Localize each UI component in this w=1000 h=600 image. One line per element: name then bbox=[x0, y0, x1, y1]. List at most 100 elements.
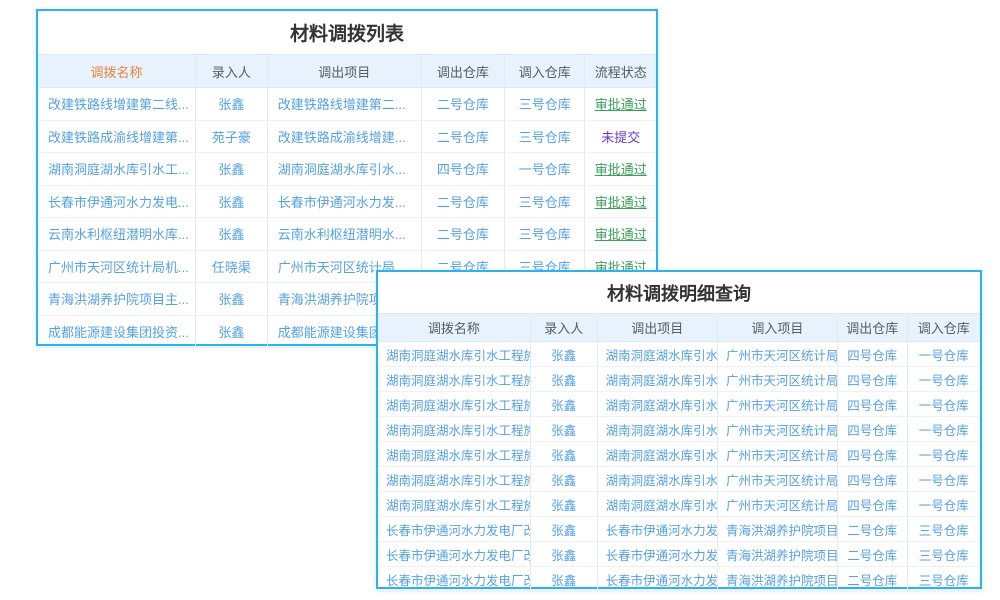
page-title: 材料调拨列表 bbox=[38, 11, 656, 54]
cell-entered-by: 张鑫 bbox=[530, 567, 597, 592]
table-row[interactable]: 长春市伊通河水力发电厂改建工 张鑫 长春市伊通河水力发电厂 青海洪湖养护院项目 … bbox=[378, 542, 980, 567]
cell-out-project: 湖南洞庭湖水库引水工程施 bbox=[597, 492, 717, 517]
cell-in-project: 广州市天河区统计局机房 bbox=[718, 492, 838, 517]
cell-out-warehouse: 四号仓库 bbox=[837, 467, 907, 492]
table-row[interactable]: 改建铁路线增建第二线... 张鑫 改建铁路线增建第二... 二号仓库 三号仓库 … bbox=[38, 88, 656, 121]
cell-out-project: 湖南洞庭湖水库引水工程施 bbox=[597, 392, 717, 417]
cell-out-warehouse: 二号仓库 bbox=[837, 517, 907, 542]
cell-transfer-name[interactable]: 云南水利枢纽潜明水库... bbox=[38, 218, 196, 251]
table-row[interactable]: 长春市伊通河水力发电厂改建工 张鑫 长春市伊通河水力发电厂 青海洪湖养护院项目 … bbox=[378, 567, 980, 592]
cell-transfer-name[interactable]: 青海洪湖养护院项目主... bbox=[38, 283, 196, 316]
cell-in-warehouse: 一号仓库 bbox=[907, 392, 980, 417]
table-header: 调拨名称 录入人 调出项目 调出仓库 调入仓库 流程状态 bbox=[38, 55, 656, 88]
cell-out-warehouse: 四号仓库 bbox=[837, 367, 907, 392]
cell-entered-by: 张鑫 bbox=[530, 467, 597, 492]
cell-out-project: 长春市伊通河水力发... bbox=[267, 185, 421, 218]
cell-out-project: 改建铁路线增建第二... bbox=[267, 88, 421, 121]
table-row[interactable]: 改建铁路成渝线增建第... 苑子豪 改建铁路成渝线增建... 二号仓库 三号仓库… bbox=[38, 120, 656, 153]
table-row[interactable]: 湖南洞庭湖水库引水工程施工单 张鑫 湖南洞庭湖水库引水工程施 广州市天河区统计局… bbox=[378, 442, 980, 467]
cell-out-warehouse: 四号仓库 bbox=[837, 492, 907, 517]
cell-entered-by: 张鑫 bbox=[530, 342, 597, 367]
page-title: 材料调拨明细查询 bbox=[378, 272, 980, 313]
table-row[interactable]: 长春市伊通河水力发电厂改建工 张鑫 长春市伊通河水力发电厂 青海洪湖养护院项目 … bbox=[378, 517, 980, 542]
cell-entered-by: 张鑫 bbox=[196, 315, 268, 348]
cell-in-warehouse: 三号仓库 bbox=[505, 88, 585, 121]
cell-out-project: 湖南洞庭湖水库引水工程施 bbox=[597, 467, 717, 492]
status-link[interactable]: 未提交 bbox=[601, 130, 640, 145]
cell-transfer-name[interactable]: 湖南洞庭湖水库引水工程施工单 bbox=[378, 392, 530, 417]
cell-entered-by: 张鑫 bbox=[530, 392, 597, 417]
column-header-in-warehouse: 调入仓库 bbox=[505, 55, 585, 88]
cell-in-warehouse: 一号仓库 bbox=[907, 342, 980, 367]
table-row[interactable]: 湖南洞庭湖水库引水工程施工单 张鑫 湖南洞庭湖水库引水工程施 广州市天河区统计局… bbox=[378, 392, 980, 417]
cell-out-project: 湖南洞庭湖水库引水工程施 bbox=[597, 367, 717, 392]
cell-in-warehouse: 一号仓库 bbox=[907, 367, 980, 392]
column-header-entered-by: 录入人 bbox=[196, 55, 268, 88]
cell-transfer-name[interactable]: 长春市伊通河水力发电厂改建工 bbox=[378, 542, 530, 567]
cell-out-project: 湖南洞庭湖水库引水工程施 bbox=[597, 342, 717, 367]
table-row[interactable]: 湖南洞庭湖水库引水工程施工单 张鑫 湖南洞庭湖水库引水工程施 广州市天河区统计局… bbox=[378, 492, 980, 517]
cell-entered-by: 张鑫 bbox=[530, 542, 597, 567]
cell-entered-by: 张鑫 bbox=[196, 218, 268, 251]
table-row[interactable]: 湖南洞庭湖水库引水工... 张鑫 湖南洞庭湖水库引水... 四号仓库 一号仓库 … bbox=[38, 153, 656, 186]
cell-in-project: 青海洪湖养护院项目 bbox=[718, 517, 838, 542]
cell-transfer-name[interactable]: 改建铁路成渝线增建第... bbox=[38, 120, 196, 153]
table-row[interactable]: 云南水利枢纽潜明水库... 张鑫 云南水利枢纽潜明水... 二号仓库 三号仓库 … bbox=[38, 218, 656, 251]
cell-in-warehouse: 三号仓库 bbox=[505, 185, 585, 218]
column-header-in-project: 调入项目 bbox=[718, 314, 838, 342]
cell-out-warehouse: 四号仓库 bbox=[837, 417, 907, 442]
cell-transfer-name[interactable]: 长春市伊通河水力发电厂改建工 bbox=[378, 567, 530, 592]
cell-in-warehouse: 三号仓库 bbox=[505, 120, 585, 153]
cell-transfer-name[interactable]: 湖南洞庭湖水库引水工程施工单 bbox=[378, 442, 530, 467]
cell-transfer-name[interactable]: 湖南洞庭湖水库引水工程施工单 bbox=[378, 492, 530, 517]
table-row[interactable]: 湖南洞庭湖水库引水工程施工单 张鑫 湖南洞庭湖水库引水工程施 广州市天河区统计局… bbox=[378, 367, 980, 392]
cell-entered-by: 张鑫 bbox=[530, 367, 597, 392]
cell-transfer-name[interactable]: 湖南洞庭湖水库引水工程施工单 bbox=[378, 417, 530, 442]
cell-in-project: 青海洪湖养护院项目 bbox=[718, 542, 838, 567]
cell-out-project: 改建铁路成渝线增建... bbox=[267, 120, 421, 153]
status-link[interactable]: 审批通过 bbox=[595, 162, 647, 177]
cell-out-project: 长春市伊通河水力发电厂 bbox=[597, 542, 717, 567]
cell-out-warehouse: 四号仓库 bbox=[421, 153, 504, 186]
column-header-out-project: 调出项目 bbox=[597, 314, 717, 342]
cell-in-project: 广州市天河区统计局机房 bbox=[718, 367, 838, 392]
column-header-entered-by: 录入人 bbox=[530, 314, 597, 342]
cell-out-project: 湖南洞庭湖水库引水工程施 bbox=[597, 417, 717, 442]
cell-transfer-name[interactable]: 湖南洞庭湖水库引水工程施工单 bbox=[378, 342, 530, 367]
status-link[interactable]: 审批通过 bbox=[595, 227, 647, 242]
cell-entered-by: 张鑫 bbox=[196, 88, 268, 121]
table-row[interactable]: 湖南洞庭湖水库引水工程施工单 张鑫 湖南洞庭湖水库引水工程施 广州市天河区统计局… bbox=[378, 467, 980, 492]
transfer-detail-table: 调拨名称 录入人 调出项目 调入项目 调出仓库 调入仓库 湖南洞庭湖水库引水工程… bbox=[378, 313, 980, 592]
cell-in-project: 广州市天河区统计局机房 bbox=[718, 467, 838, 492]
status-link[interactable]: 审批通过 bbox=[595, 97, 647, 112]
table-row[interactable]: 湖南洞庭湖水库引水工程施工单 张鑫 湖南洞庭湖水库引水工程施 广州市天河区统计局… bbox=[378, 342, 980, 367]
cell-in-project: 青海洪湖养护院项目 bbox=[718, 567, 838, 592]
cell-in-project: 广州市天河区统计局机房 bbox=[718, 342, 838, 367]
table-row[interactable]: 湖南洞庭湖水库引水工程施工单 张鑫 湖南洞庭湖水库引水工程施 广州市天河区统计局… bbox=[378, 417, 980, 442]
cell-in-warehouse: 三号仓库 bbox=[907, 567, 980, 592]
cell-entered-by: 张鑫 bbox=[530, 442, 597, 467]
cell-transfer-name[interactable]: 改建铁路线增建第二线... bbox=[38, 88, 196, 121]
cell-transfer-name[interactable]: 广州市天河区统计局机... bbox=[38, 250, 196, 283]
cell-entered-by: 张鑫 bbox=[196, 185, 268, 218]
cell-entered-by: 张鑫 bbox=[530, 517, 597, 542]
cell-in-warehouse: 一号仓库 bbox=[907, 442, 980, 467]
cell-transfer-name[interactable]: 成都能源建设集团投资... bbox=[38, 315, 196, 348]
status-link[interactable]: 审批通过 bbox=[595, 195, 647, 210]
cell-entered-by: 张鑫 bbox=[196, 283, 268, 316]
cell-out-warehouse: 二号仓库 bbox=[421, 120, 504, 153]
column-header-transfer-name: 调拨名称 bbox=[38, 55, 196, 88]
cell-transfer-name[interactable]: 湖南洞庭湖水库引水工程施工单 bbox=[378, 467, 530, 492]
table-row[interactable]: 长春市伊通河水力发电... 张鑫 长春市伊通河水力发... 二号仓库 三号仓库 … bbox=[38, 185, 656, 218]
cell-in-project: 广州市天河区统计局机房 bbox=[718, 417, 838, 442]
column-header-out-warehouse: 调出仓库 bbox=[421, 55, 504, 88]
cell-transfer-name[interactable]: 湖南洞庭湖水库引水工... bbox=[38, 153, 196, 186]
cell-transfer-name[interactable]: 长春市伊通河水力发电... bbox=[38, 185, 196, 218]
cell-transfer-name[interactable]: 长春市伊通河水力发电厂改建工 bbox=[378, 517, 530, 542]
column-header-flow-status: 流程状态 bbox=[585, 55, 656, 88]
cell-transfer-name[interactable]: 湖南洞庭湖水库引水工程施工单 bbox=[378, 367, 530, 392]
cell-entered-by: 张鑫 bbox=[530, 492, 597, 517]
cell-in-project: 广州市天河区统计局机房 bbox=[718, 392, 838, 417]
cell-in-warehouse: 一号仓库 bbox=[907, 417, 980, 442]
cell-entered-by: 任晓渠 bbox=[196, 250, 268, 283]
